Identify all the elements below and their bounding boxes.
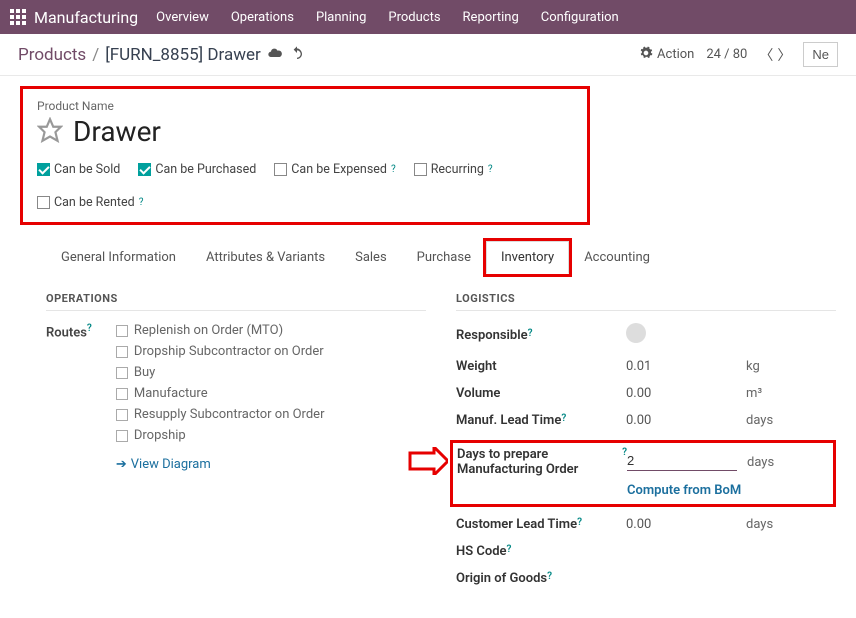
volume-label: Volume [456, 386, 626, 401]
volume-unit: m³ [746, 386, 762, 401]
origin-of-goods-label: Origin of Goods? [456, 571, 626, 586]
help-icon[interactable]: ? [577, 517, 582, 528]
gear-icon [639, 46, 653, 64]
menu-configuration[interactable]: Configuration [541, 10, 619, 25]
routes-label: Routes? [46, 323, 92, 472]
checkbox-can-be-expensed[interactable]: Can be Expensed? [274, 162, 395, 177]
tab-sales[interactable]: Sales [340, 241, 402, 274]
new-button[interactable]: Ne [803, 42, 838, 67]
route-dropship-subcontractor[interactable]: Dropship Subcontractor on Order [116, 344, 325, 359]
tab-purchase[interactable]: Purchase [402, 241, 486, 274]
arrow-right-icon: ➔ [116, 457, 127, 472]
weight-label: Weight [456, 359, 626, 374]
check-icon [37, 163, 50, 176]
apps-icon[interactable] [10, 9, 26, 25]
check-icon [274, 163, 287, 176]
checkbox-recurring[interactable]: Recurring? [414, 162, 493, 177]
product-title[interactable]: Drawer [73, 115, 161, 148]
customer-lead-unit: days [746, 517, 773, 532]
pager-prev-icon[interactable]: 〈 [759, 45, 773, 65]
product-name-label: Product Name [37, 99, 577, 113]
days-prepare-input[interactable] [627, 453, 737, 471]
manuf-lead-label: Manuf. Lead Time? [456, 413, 626, 428]
check-icon [37, 196, 50, 209]
discard-icon[interactable] [289, 45, 305, 65]
content: Product Name Drawer Can be Sold Can be P… [0, 76, 856, 618]
annotation-arrow-icon [408, 447, 448, 479]
tab-attributes-variants[interactable]: Attributes & Variants [191, 241, 340, 274]
route-resupply-subcontractor[interactable]: Resupply Subcontractor on Order [116, 407, 325, 422]
menu-overview[interactable]: Overview [156, 10, 209, 25]
help-icon[interactable]: ? [528, 328, 533, 339]
customer-lead-value[interactable]: 0.00 [626, 517, 746, 532]
breadcrumb-root[interactable]: Products [18, 45, 86, 65]
operations-section: OPERATIONS Routes? Replenish on Order (M… [46, 292, 426, 598]
weight-value[interactable]: 0.01 [626, 359, 746, 374]
help-icon[interactable]: ? [507, 544, 512, 555]
breadcrumb-current: [FURN_8855] Drawer [105, 45, 261, 65]
pager-next-icon[interactable]: 〉 [777, 45, 791, 65]
responsible-label: Responsible? [456, 328, 626, 343]
favorite-star-icon[interactable] [37, 117, 63, 147]
breadcrumb-sep: / [92, 45, 99, 65]
breadcrumb: Products / [FURN_8855] Drawer [18, 45, 261, 65]
action-menu[interactable]: Action [639, 46, 694, 64]
cloud-save-icon[interactable] [267, 45, 283, 65]
highlight-days-box: Days to prepare Manufacturing Order? day… [450, 440, 836, 507]
help-icon[interactable]: ? [488, 164, 493, 175]
weight-unit: kg [746, 359, 760, 374]
view-diagram-link[interactable]: ➔View Diagram [116, 457, 325, 472]
menu-operations[interactable]: Operations [231, 10, 294, 25]
tab-general-information[interactable]: General Information [46, 241, 191, 274]
checkbox-can-be-rented[interactable]: Can be Rented? [37, 195, 143, 210]
check-icon [138, 163, 151, 176]
operations-title: OPERATIONS [46, 292, 426, 311]
menu-reporting[interactable]: Reporting [463, 10, 519, 25]
check-icon [116, 346, 128, 358]
app-name[interactable]: Manufacturing [34, 8, 138, 27]
action-label: Action [657, 47, 694, 62]
check-icon [414, 163, 427, 176]
route-buy[interactable]: Buy [116, 365, 325, 380]
check-icon [116, 388, 128, 400]
days-prepare-unit: days [747, 455, 774, 470]
topbar: Manufacturing Overview Operations Planni… [0, 0, 856, 34]
checkbox-can-be-sold[interactable]: Can be Sold [37, 162, 120, 177]
route-dropship[interactable]: Dropship [116, 428, 325, 443]
route-replenish-mto[interactable]: Replenish on Order (MTO) [116, 323, 325, 338]
check-icon [116, 409, 128, 421]
check-icon [116, 367, 128, 379]
customer-lead-label: Customer Lead Time? [456, 517, 626, 532]
checkbox-can-be-purchased[interactable]: Can be Purchased [138, 162, 256, 177]
help-icon[interactable]: ? [139, 197, 144, 208]
help-icon[interactable]: ? [391, 164, 396, 175]
highlight-header-box: Product Name Drawer Can be Sold Can be P… [20, 86, 590, 225]
tab-accounting[interactable]: Accounting [569, 241, 665, 274]
check-icon [116, 325, 128, 337]
manuf-lead-unit: days [746, 413, 773, 428]
avatar[interactable] [626, 323, 646, 343]
hs-code-label: HS Code? [456, 544, 626, 559]
help-icon[interactable]: ? [561, 413, 566, 424]
pager-count: 24 / 80 [706, 47, 747, 62]
tabs: General Information Attributes & Variant… [46, 241, 836, 274]
logistics-title: LOGISTICS [456, 292, 836, 311]
menu-products[interactable]: Products [388, 10, 440, 25]
days-prepare-label: Days to prepare Manufacturing Order? [457, 447, 627, 477]
check-icon [116, 430, 128, 442]
subbar: Products / [FURN_8855] Drawer Action 24 … [0, 34, 856, 76]
menu-planning[interactable]: Planning [316, 10, 366, 25]
help-icon[interactable]: ? [87, 323, 92, 334]
help-icon[interactable]: ? [547, 571, 552, 582]
compute-from-bom-link[interactable]: Compute from BoM [627, 483, 829, 498]
tab-inventory[interactable]: Inventory [486, 241, 569, 274]
main-menu: Overview Operations Planning Products Re… [156, 10, 619, 25]
volume-value[interactable]: 0.00 [626, 386, 746, 401]
route-manufacture[interactable]: Manufacture [116, 386, 325, 401]
logistics-section: LOGISTICS Responsible? Weight 0.01 kg Vo… [456, 292, 836, 598]
manuf-lead-value[interactable]: 0.00 [626, 413, 746, 428]
